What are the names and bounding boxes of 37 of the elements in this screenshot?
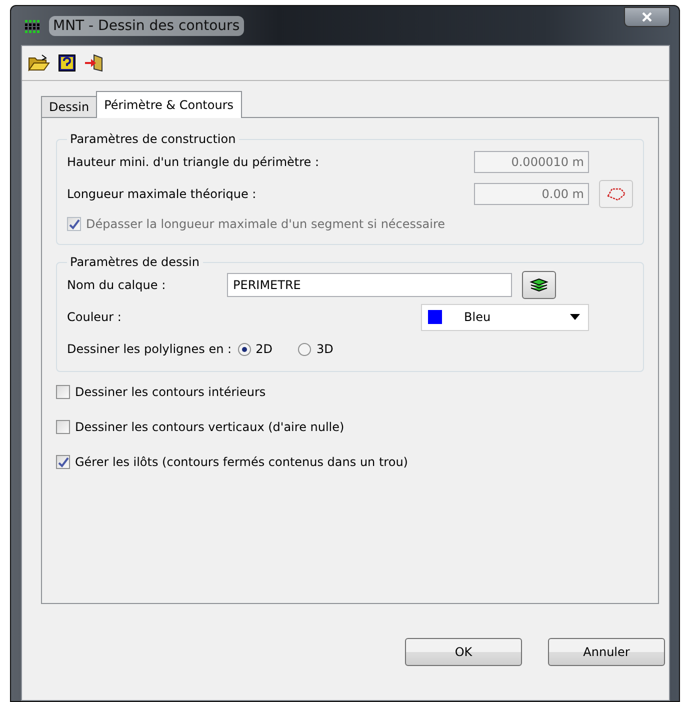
exit-door-icon[interactable] (84, 54, 104, 72)
field-label: Hauteur mini. d'un triangle du périmètre : (67, 155, 320, 169)
group-title: Paramètres de construction (69, 132, 237, 146)
polygon-icon (606, 187, 626, 201)
close-icon (641, 12, 653, 22)
radio-label: 3D (316, 342, 334, 356)
radio-button[interactable] (298, 342, 312, 356)
color-dropdown[interactable]: Bleu (421, 304, 589, 330)
field-label: Couleur : (67, 310, 122, 324)
checkmark-icon (58, 456, 68, 468)
checkbox-label: Dépasser la longueur maximale d'un segment si nécessaire (86, 217, 446, 231)
layer-name-field[interactable]: PERIMETRE (227, 273, 512, 297)
field-label: Longueur maximale théorique : (67, 187, 258, 201)
ok-button[interactable]: OK (405, 638, 522, 666)
group-title: Paramètres de dessin (69, 255, 200, 269)
cancel-button[interactable]: Annuler (548, 638, 665, 666)
checkbox[interactable] (56, 420, 70, 434)
radio-button[interactable] (238, 342, 251, 356)
checkmark-icon (68, 218, 80, 230)
layers-icon (529, 278, 549, 292)
grid-icon (23, 18, 41, 32)
tab[interactable]: Dessin (41, 96, 98, 118)
field-label: Nom du calque : (67, 278, 167, 292)
window-title: MNT - Dessin des contours (49, 16, 244, 36)
radio-label: 2D (256, 342, 272, 356)
open-folder-icon[interactable] (28, 54, 50, 72)
tab[interactable]: Périmètre & Contours (96, 91, 242, 118)
field-label: Dessiner les polylignes en : (67, 342, 232, 356)
dropdown-arrow-icon (570, 314, 580, 320)
checkbox-label: Gérer les ilôts (contours fermés contenus dans un trou) (75, 455, 408, 469)
checkbox[interactable] (56, 455, 70, 469)
checkbox[interactable] (56, 385, 70, 399)
checkbox-label: Dessiner les contours verticaux (d'aire nulle) (75, 420, 344, 434)
help-icon[interactable] (58, 54, 76, 72)
layers-button[interactable] (522, 271, 556, 299)
close-button[interactable] (624, 6, 670, 26)
checkbox-label: Dessiner les contours intérieurs (75, 385, 266, 399)
